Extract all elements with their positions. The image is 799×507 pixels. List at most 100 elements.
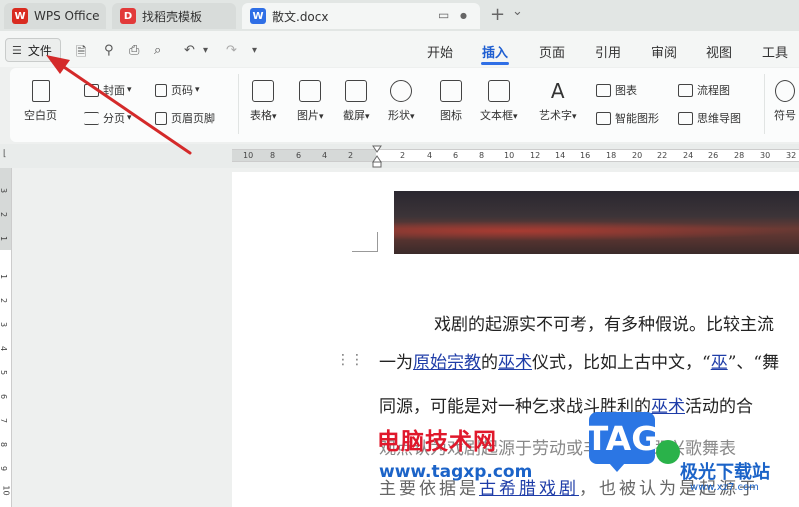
tab-docer-templates[interactable]: D 找稻壳模板 xyxy=(112,3,236,29)
paragraph-line[interactable]: 同源，可能是对一种乞求战斗胜利的巫术活动的合 xyxy=(379,392,753,417)
ruler-number: 10 xyxy=(243,151,254,160)
link-primitive-religion[interactable]: 原始宗教 xyxy=(413,353,481,373)
horizontal-ruler[interactable]: ⌊ 10 8 6 4 2 2 4 6 8 10 12 14 16 18 20 22 24 26 28 30 32 xyxy=(0,144,799,168)
menu-row: ☰ 文件 🗎 ⚲ ⎙ ⌕ ↶ ▾ ↷ ▾ 开始 插入 页面 引用 审阅 视图 工… xyxy=(0,31,799,67)
print-preview-icon[interactable]: ⌕ xyxy=(154,43,161,58)
line-text: 仪式，比如上古中文，“ xyxy=(532,353,711,373)
undo-icon[interactable]: ↶ xyxy=(184,43,195,58)
tab-dropdown-icon[interactable]: ⌄ xyxy=(512,4,523,19)
indent-marker-icon[interactable] xyxy=(372,144,382,168)
redo-icon[interactable]: ↷ xyxy=(226,43,237,58)
tab-label: 散文.docx xyxy=(272,9,329,24)
chart-button[interactable]: 图表 xyxy=(596,82,637,98)
smart-graphic-button[interactable]: 智能图形 xyxy=(596,110,659,126)
vruler-number: 6 xyxy=(0,394,8,399)
monitor-icon[interactable]: ▭ xyxy=(438,8,449,22)
vruler-number: 8 xyxy=(0,442,8,447)
smart-graphic-icon xyxy=(596,111,611,125)
menu-tab-page[interactable]: 页面 xyxy=(539,42,565,61)
link-ancient-greek-drama[interactable]: 古希腊戏剧 xyxy=(479,479,579,499)
menu-tab-references[interactable]: 引用 xyxy=(595,42,621,61)
ruler-number: 6 xyxy=(296,151,302,160)
ruler-number: 6 xyxy=(453,151,459,160)
link-witchcraft[interactable]: 巫术 xyxy=(498,353,532,373)
vruler-number: 3 xyxy=(0,188,8,193)
shape-button[interactable]: 形状▾ xyxy=(388,80,415,123)
page-number-label: 页码 xyxy=(171,84,193,97)
screenshot-button[interactable]: 截屏▾ xyxy=(343,80,370,123)
ruler-number: 4 xyxy=(322,151,328,160)
vruler-number: 3 xyxy=(0,322,8,327)
vertical-ruler[interactable]: 3 2 1 1 2 3 4 5 6 7 8 9 10 xyxy=(0,168,12,507)
mind-map-label: 思维导图 xyxy=(697,112,741,125)
blank-page-button[interactable]: 空白页 xyxy=(24,80,57,123)
section-break-button[interactable]: 分页 ▾ xyxy=(84,110,132,126)
blank-page-label: 空白页 xyxy=(24,109,57,122)
ribbon-divider xyxy=(238,74,239,134)
ruler-number: 4 xyxy=(427,151,433,160)
save-icon[interactable]: 🗎 xyxy=(76,43,86,65)
ruler-number: 12 xyxy=(530,151,541,160)
vruler-number: 1 xyxy=(0,274,8,279)
undo-dropdown-icon[interactable]: ▾ xyxy=(203,45,208,56)
paragraph-line[interactable]: 一为原始宗教的巫术仪式，比如上古中文，“巫”、“舞 xyxy=(379,348,779,373)
file-menu-label: 文件 xyxy=(27,43,52,58)
word-doc-icon: W xyxy=(250,8,266,24)
table-button[interactable]: 表格▾ xyxy=(250,80,277,123)
menu-tab-view[interactable]: 视图 xyxy=(706,42,732,61)
mind-map-icon xyxy=(678,111,693,125)
title-tab-bar: W WPS Office D 找稻壳模板 W 散文.docx ▭ ● + ⌄ xyxy=(0,0,799,31)
textbox-label: 文本框 xyxy=(480,109,513,122)
file-menu-button[interactable]: ☰ 文件 xyxy=(5,38,61,62)
line-text: 一为 xyxy=(379,353,413,373)
blank-page-icon xyxy=(31,80,50,102)
header-footer-button[interactable]: 页眉页脚 xyxy=(155,110,215,126)
ruler-number: 14 xyxy=(555,151,566,160)
vruler-number: 10 xyxy=(1,485,11,496)
textbox-icon xyxy=(487,80,510,102)
tab-document[interactable]: W 散文.docx ▭ ● xyxy=(242,3,480,29)
art-text-icon: A xyxy=(550,79,565,103)
picture-label: 图片 xyxy=(297,109,319,122)
icon-label: 图标 xyxy=(440,109,462,122)
cover-button[interactable]: 封面 ▾ xyxy=(84,82,132,98)
wps-logo-icon: W xyxy=(12,8,28,24)
share-icon[interactable]: ⚲ xyxy=(104,43,114,58)
textbox-button[interactable]: 文本框▾ xyxy=(480,80,518,123)
mind-map-button[interactable]: 思维导图 xyxy=(678,110,741,126)
ruler-number: 26 xyxy=(708,151,719,160)
menu-tab-insert[interactable]: 插入 xyxy=(482,42,508,61)
header-image[interactable] xyxy=(394,191,799,254)
page-number-button[interactable]: 页码 ▾ xyxy=(155,82,200,98)
link-witchcraft[interactable]: 巫术 xyxy=(651,397,685,417)
drag-handle-icon[interactable]: ⋮⋮ xyxy=(336,352,364,368)
flowchart-button[interactable]: 流程图 xyxy=(678,82,730,98)
chart-label: 图表 xyxy=(615,84,637,97)
menu-tab-review[interactable]: 审阅 xyxy=(651,42,677,61)
menu-lines-icon: ☰ xyxy=(12,43,22,57)
chart-icon xyxy=(596,83,611,97)
symbol-button[interactable]: 符号 xyxy=(774,80,796,123)
print-icon[interactable]: ⎙ xyxy=(129,43,139,58)
paragraph-line[interactable]: 戏剧的起源实不可考，有多种假说。比较主流 xyxy=(434,310,774,335)
line-text: 活动的合 xyxy=(685,397,753,417)
document-page[interactable]: 戏剧的起源实不可考，有多种假说。比较主流 一为原始宗教的巫术仪式，比如上古中文，… xyxy=(232,172,799,507)
art-text-button[interactable]: A 艺术字▾ xyxy=(539,80,577,123)
add-tab-icon[interactable]: + xyxy=(490,4,505,25)
picture-icon xyxy=(299,80,322,102)
link-wu[interactable]: 巫 xyxy=(711,353,728,373)
tab-wps-office[interactable]: W WPS Office xyxy=(4,3,106,29)
watermark-url: www.tagxp.com xyxy=(379,462,533,482)
menu-tab-start[interactable]: 开始 xyxy=(427,42,453,61)
symbol-icon xyxy=(775,80,795,102)
tab-status-dot-icon: ● xyxy=(460,11,467,20)
icon-button[interactable]: 图标 xyxy=(440,80,462,123)
more-dropdown-icon[interactable]: ▾ xyxy=(252,45,257,56)
menu-tab-tools[interactable]: 工具 xyxy=(762,42,788,61)
ruler-number: 30 xyxy=(760,151,771,160)
insert-ribbon: 空白页 封面 ▾ 分页 ▾ 页码 ▾ 页眉页脚 表格▾ 图片▾ 截屏▾ 形状▾ 图标 … xyxy=(10,68,799,142)
watermark-tag-logo: TAG xyxy=(586,412,658,472)
picture-button[interactable]: 图片▾ xyxy=(297,80,324,123)
ruler-number: 2 xyxy=(400,151,406,160)
tab-stop-selector-icon[interactable]: ⌊ xyxy=(3,149,7,159)
